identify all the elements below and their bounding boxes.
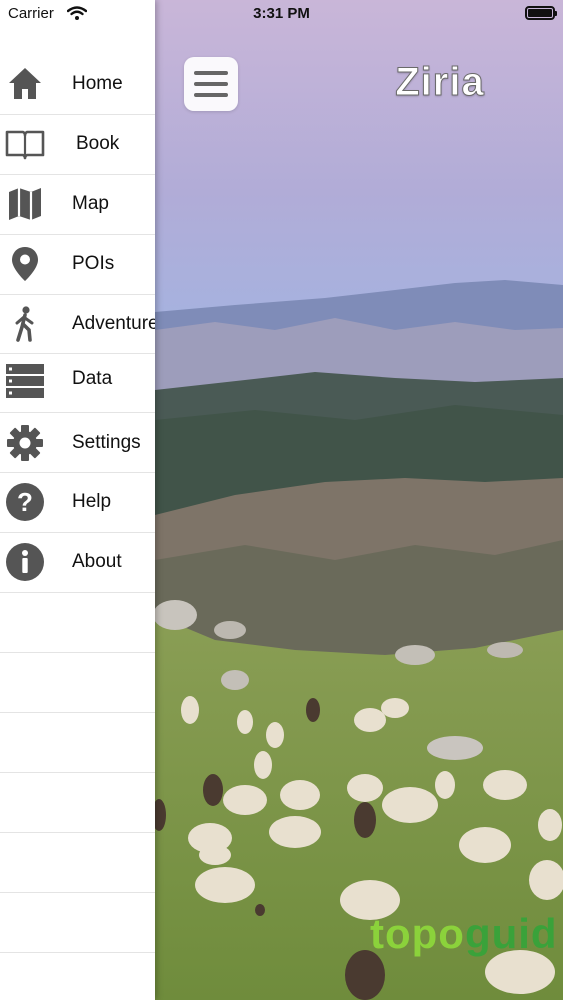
- sidebar-item-label: Help: [72, 491, 112, 512]
- sidebar-item-home[interactable]: Home: [0, 54, 155, 114]
- sidebar-item-label: Settings: [72, 432, 141, 453]
- sidebar-item-label: Book: [76, 133, 120, 154]
- sidebar-item-data[interactable]: Data: [0, 351, 155, 411]
- map-icon: [9, 188, 41, 220]
- sidebar-item-pois[interactable]: POIs: [0, 234, 155, 294]
- sidebar-item-label: Home: [72, 73, 123, 94]
- sidebar-item-label: About: [72, 551, 122, 572]
- sidebar-item-help[interactable]: ? Help: [0, 472, 155, 532]
- data-list-icon: [6, 364, 44, 398]
- sidebar-menu: Home Book Map POIs Adventure Data Settin…: [0, 0, 155, 1000]
- help-icon: ?: [6, 483, 44, 521]
- sidebar-item-settings[interactable]: Settings: [0, 413, 155, 473]
- book-icon: [5, 130, 45, 160]
- sidebar-item-label: Map: [72, 193, 109, 214]
- info-icon: [6, 543, 44, 581]
- background-photo: [155, 0, 563, 1000]
- sidebar-item-about[interactable]: About: [0, 532, 155, 592]
- hiker-icon: [15, 306, 34, 342]
- location-pin-icon: [12, 247, 38, 281]
- sidebar-item-map[interactable]: Map: [0, 174, 155, 234]
- battery-icon: [525, 6, 557, 20]
- home-icon: [9, 68, 41, 99]
- sidebar-item-label: Data: [72, 368, 113, 389]
- sidebar-item-adventures[interactable]: Adventures: [0, 294, 155, 354]
- status-bar: Carrier 3:31 PM: [0, 0, 563, 30]
- svg-text:?: ?: [17, 487, 33, 517]
- sidebar-item-book[interactable]: Book: [0, 114, 155, 174]
- menu-bar-1: [194, 71, 228, 75]
- sidebar-item-label: POIs: [72, 253, 115, 274]
- menu-bar-2: [194, 82, 228, 86]
- topoguide-watermark: topoguid: [370, 910, 558, 957]
- menu-bar-3: [194, 93, 228, 97]
- menu-toggle-button[interactable]: [184, 57, 238, 111]
- status-time: 3:31 PM: [253, 5, 310, 22]
- landscape-illustration: [155, 0, 563, 1000]
- page-title: Ziria: [395, 60, 485, 105]
- sidebar-item-label: Adventures: [72, 313, 155, 334]
- gear-icon: [7, 425, 43, 461]
